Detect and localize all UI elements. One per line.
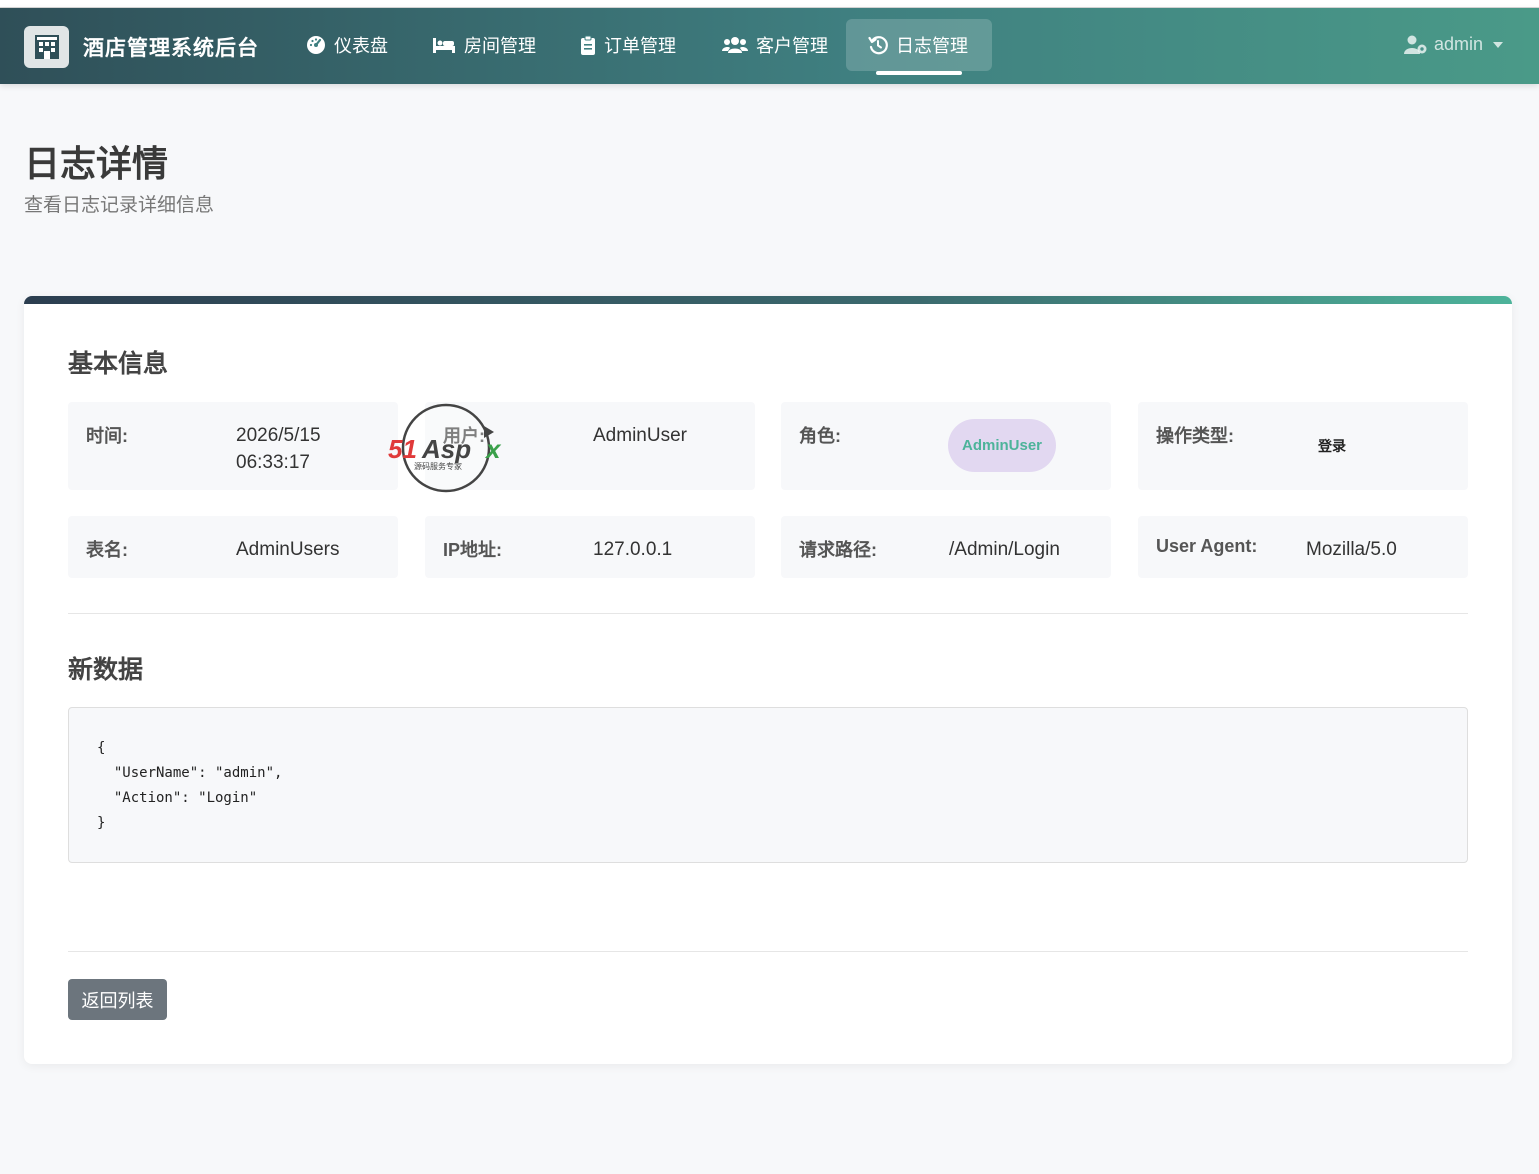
nav-label: 客户管理: [756, 36, 828, 56]
time-clock: 06:33:17: [236, 452, 310, 473]
watermark-logo: 51 Asp x 源码服务专家: [388, 403, 502, 493]
basic-info-title: 基本信息: [68, 350, 169, 378]
section-divider: [68, 613, 1468, 614]
new-data-title: 新数据: [68, 656, 144, 684]
op-type-badge: 登录: [1318, 438, 1346, 454]
app-title: 酒店管理系统后台: [83, 37, 259, 60]
dashboard-gauge-icon: [307, 36, 325, 54]
path-value: /Admin/Login: [949, 539, 1060, 560]
user-name: admin: [1433, 34, 1483, 54]
time-value: 2026/5/15 06:33:17: [236, 422, 321, 476]
nav-label: 订单管理: [604, 36, 676, 56]
log-detail-card: 基本信息 时间: 2026/5/15 06:33:17 用户: AdminUse…: [24, 296, 1512, 1064]
user-agent-value: Mozilla/5.0: [1306, 539, 1397, 560]
users-icon: [722, 37, 748, 53]
user-gear-icon: [1403, 35, 1427, 54]
brand[interactable]: 酒店管理系统后台: [24, 26, 259, 68]
nav-label: 日志管理: [896, 36, 968, 56]
page-title: 日志详情: [24, 143, 169, 184]
info-ip: IP地址: 127.0.0.1: [425, 516, 755, 578]
user-value: AdminUser: [593, 425, 687, 446]
chevron-down-icon: [1493, 41, 1503, 48]
new-data-json: { "UserName": "admin", "Action": "Login"…: [68, 707, 1468, 863]
info-op-type: 操作类型: 登录: [1138, 402, 1468, 490]
info-user-agent: User Agent: Mozilla/5.0: [1138, 516, 1468, 578]
info-table: 表名: AdminUsers: [68, 516, 398, 578]
back-to-list-button[interactable]: 返回列表: [68, 979, 167, 1020]
nav-item-customers[interactable]: 客户管理: [700, 19, 850, 71]
browser-top-strip: [0, 0, 1539, 8]
nav-label: 房间管理: [464, 36, 536, 56]
nav-item-dashboard[interactable]: 仪表盘: [284, 19, 410, 71]
time-label: 时间:: [86, 426, 128, 446]
info-time: 时间: 2026/5/15 06:33:17: [68, 402, 398, 490]
top-navbar: 酒店管理系统后台 仪表盘 房间管理 订单管理 客户管理 日志管理 admin: [0, 8, 1539, 84]
nav-label: 仪表盘: [334, 36, 388, 56]
info-path: 请求路径: /Admin/Login: [781, 516, 1111, 578]
page-subtitle: 查看日志记录详细信息: [24, 195, 215, 216]
info-role: 角色: AdminUser: [781, 402, 1111, 490]
user-agent-label: User Agent:: [1156, 536, 1258, 556]
op-type-label: 操作类型:: [1156, 426, 1234, 446]
time-date: 2026/5/15: [236, 425, 321, 446]
nav-item-logs[interactable]: 日志管理: [846, 19, 992, 75]
svg-text:x: x: [484, 434, 502, 464]
footer-divider: [68, 951, 1468, 952]
path-label: 请求路径:: [799, 540, 877, 560]
role-badge: AdminUser: [948, 419, 1056, 472]
nav-item-rooms[interactable]: 房间管理: [410, 19, 558, 71]
table-value: AdminUsers: [236, 539, 340, 560]
history-icon: [868, 36, 888, 55]
ip-value: 127.0.0.1: [593, 539, 673, 560]
active-indicator: [876, 71, 962, 75]
table-label: 表名:: [86, 540, 128, 560]
bed-icon: [433, 38, 455, 53]
card-accent-bar: [24, 296, 1512, 304]
ip-label: IP地址:: [443, 540, 503, 560]
clipboard-icon: [581, 35, 595, 55]
svg-text:51: 51: [388, 434, 417, 464]
role-label: 角色:: [799, 426, 841, 446]
nav-item-orders[interactable]: 订单管理: [558, 19, 698, 71]
svg-text:Asp: Asp: [421, 434, 471, 464]
svg-text:源码服务专家: 源码服务专家: [414, 461, 462, 471]
hotel-building-icon: [24, 26, 69, 68]
user-menu-dropdown[interactable]: admin: [1403, 34, 1503, 55]
